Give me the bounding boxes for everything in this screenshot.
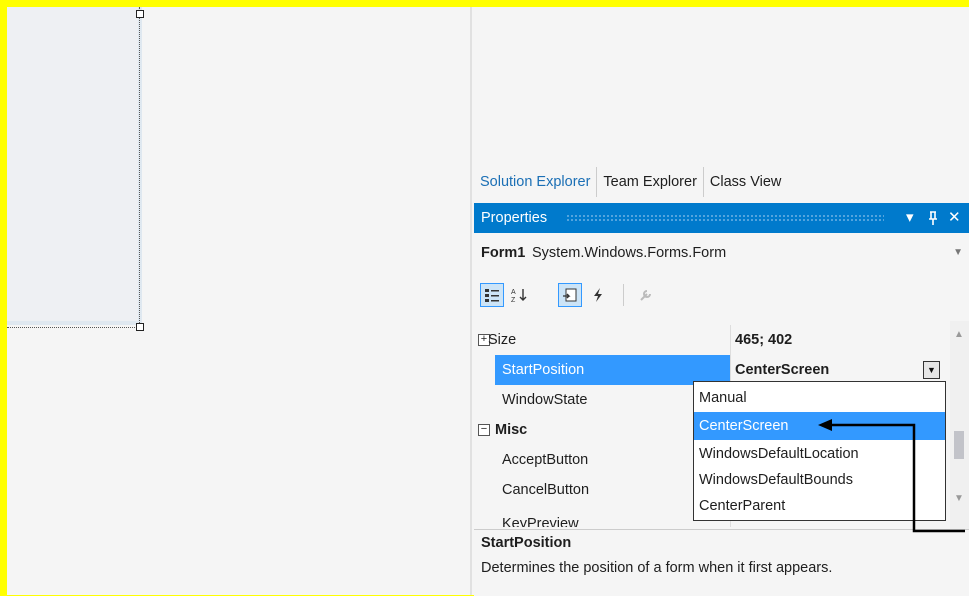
description-pane: StartPosition Determines the position of…: [474, 529, 969, 596]
startposition-dropdown-list: Manual CenterScreen WindowsDefaultLocati…: [693, 381, 946, 521]
events-icon[interactable]: [586, 283, 610, 307]
svg-text:A: A: [511, 289, 516, 296]
tab-team-explorer[interactable]: Team Explorer: [597, 167, 704, 197]
resize-handle-corner[interactable]: [136, 323, 144, 331]
window-position-button[interactable]: ▾: [906, 203, 914, 233]
property-name: WindowState: [502, 392, 588, 408]
alphabetical-icon[interactable]: AZ: [508, 283, 532, 307]
scroll-up-icon[interactable]: ▲: [954, 329, 964, 340]
property-name: AcceptButton: [502, 452, 589, 468]
object-name: Form1: [481, 245, 526, 261]
collapse-icon[interactable]: −: [478, 424, 490, 436]
toolbar-separator: [623, 284, 624, 306]
scroll-thumb[interactable]: [954, 431, 964, 459]
property-value[interactable]: 465; 402: [735, 325, 792, 355]
column-divider: [730, 325, 731, 355]
pane-divider[interactable]: [470, 7, 472, 595]
title-grip: [566, 214, 884, 222]
tab-class-view[interactable]: Class View: [704, 167, 787, 197]
svg-text:Z: Z: [511, 297, 516, 303]
properties-icon[interactable]: [558, 283, 582, 307]
category-name: Misc: [495, 422, 528, 438]
scroll-down-icon[interactable]: ▼: [954, 493, 964, 504]
option-centerscreen[interactable]: CenterScreen: [694, 412, 945, 440]
description-text: Determines the position of a form when i…: [481, 560, 833, 576]
option-centerparent[interactable]: CenterParent: [694, 492, 945, 520]
close-icon[interactable]: ✕: [948, 203, 961, 233]
properties-panel: Properties ▾ ✕ Form1 System.Windows.Form…: [474, 203, 969, 596]
selection-border-right: [139, 7, 140, 327]
chevron-down-icon[interactable]: ▼: [953, 233, 963, 273]
property-pages-icon[interactable]: [634, 283, 658, 307]
property-grid-scrollbar[interactable]: ▲ ▼: [950, 321, 969, 529]
dropdown-arrow-button[interactable]: ▼: [923, 361, 940, 379]
property-name: CancelButton: [502, 482, 590, 498]
object-type: System.Windows.Forms.Form: [532, 245, 727, 261]
properties-toolbar: AZ: [474, 273, 969, 317]
tab-solution-explorer[interactable]: Solution Explorer: [474, 167, 598, 197]
categorized-icon[interactable]: [480, 283, 504, 307]
tool-window-tabs: Solution Explorer Team Explorer Class Vi…: [474, 167, 787, 197]
option-windowsdefaultlocation[interactable]: WindowsDefaultLocation: [694, 440, 945, 468]
object-selector[interactable]: Form1 System.Windows.Forms.Form ▼: [474, 233, 969, 273]
property-name: KeyPreview: [502, 516, 579, 527]
option-windowsdefaultbounds[interactable]: WindowsDefaultBounds: [694, 466, 945, 494]
form-designer-surface[interactable]: [7, 7, 142, 325]
resize-handle-right[interactable]: [136, 10, 144, 18]
description-title: StartPosition: [481, 535, 572, 551]
properties-title: Properties: [481, 210, 548, 226]
option-manual[interactable]: Manual: [694, 384, 945, 412]
property-row-size[interactable]: + Size 465; 402: [474, 325, 950, 355]
properties-title-bar: Properties ▾ ✕: [474, 203, 969, 233]
property-name: Size: [488, 332, 517, 348]
selection-border-bottom: [7, 327, 139, 328]
